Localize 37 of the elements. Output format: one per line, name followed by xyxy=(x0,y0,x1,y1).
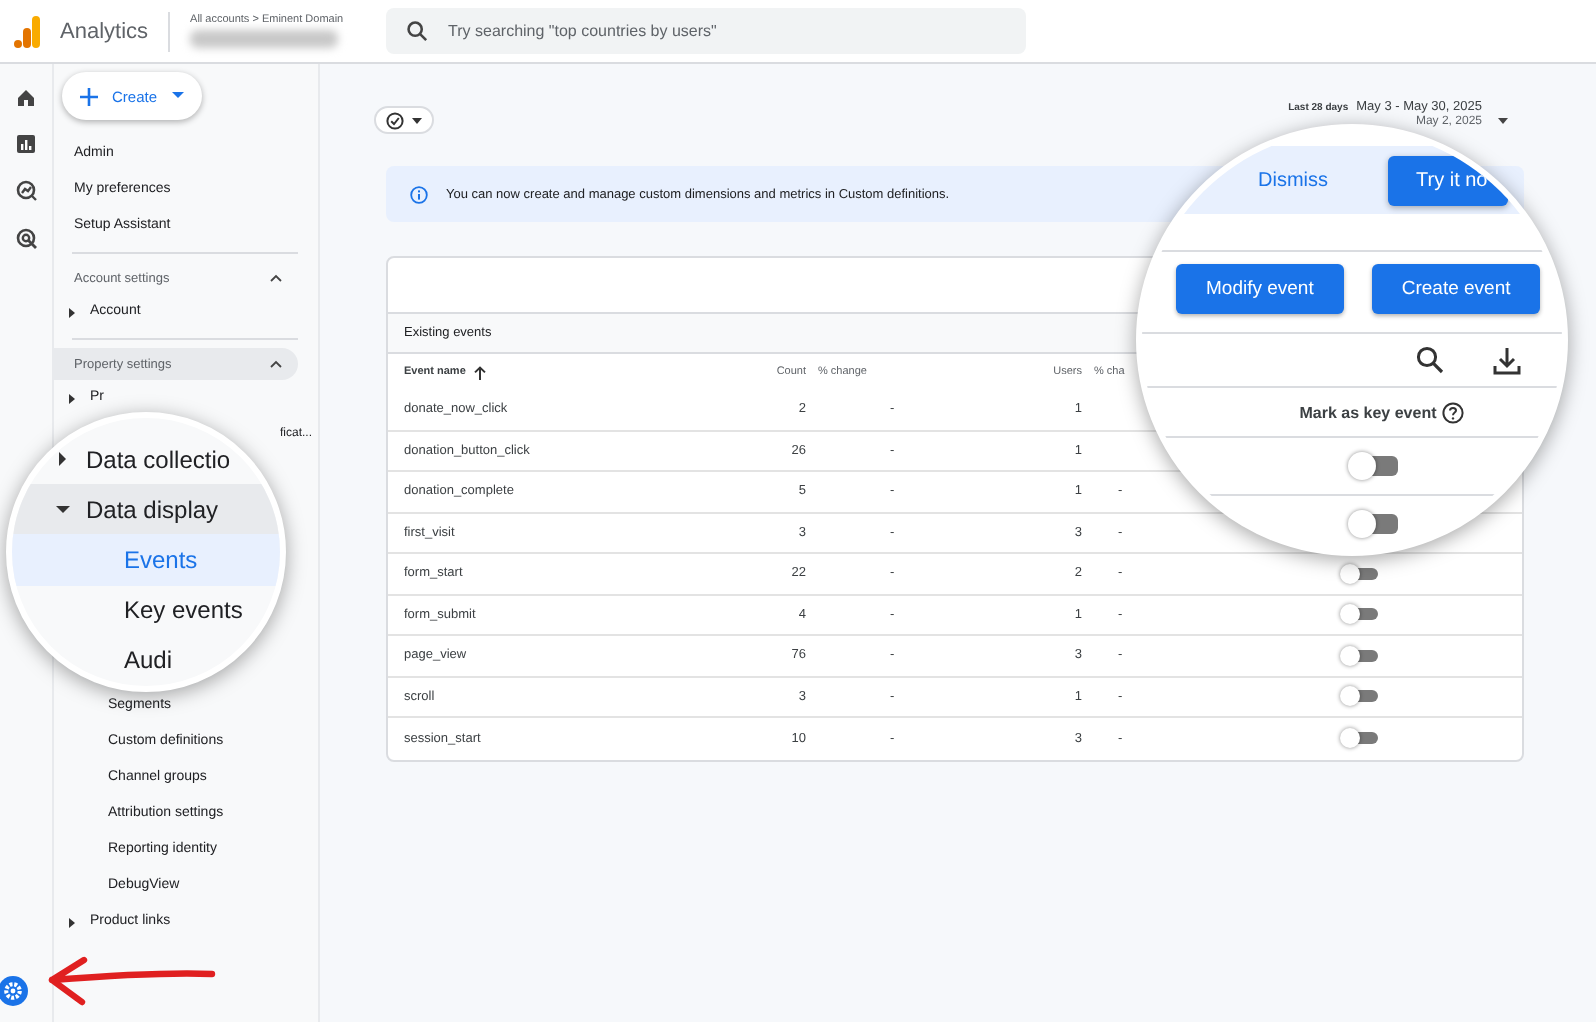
dismiss-link[interactable]: Dismiss xyxy=(1258,169,1328,191)
nav-item[interactable]: Audi xyxy=(12,635,280,686)
nav-group-item[interactable]: Data display xyxy=(12,484,280,535)
home-icon[interactable] xyxy=(16,88,36,108)
toggle-switch[interactable] xyxy=(1339,686,1377,707)
caret-icon xyxy=(171,92,184,100)
toggle-switch[interactable] xyxy=(1339,728,1377,749)
toggle-switch[interactable] xyxy=(1347,452,1397,480)
toggle-switch[interactable] xyxy=(1347,510,1397,538)
action-button[interactable]: Modify event xyxy=(1176,264,1344,314)
search-field[interactable]: Try searching "top countries by users" xyxy=(386,8,1027,54)
toggle-switch[interactable] xyxy=(1339,604,1377,625)
plus-icon xyxy=(80,87,98,105)
search-icon[interactable] xyxy=(1416,346,1444,374)
chevron-up-icon xyxy=(270,360,282,368)
nav-item[interactable]: Events xyxy=(12,534,280,586)
nav-item[interactable]: Key events xyxy=(12,585,280,636)
toggle-switch[interactable] xyxy=(1339,645,1377,666)
app-name: Analytics xyxy=(60,19,149,43)
info-icon xyxy=(410,185,428,203)
column-header: Mark as key event xyxy=(1299,403,1437,421)
filter-chip[interactable] xyxy=(374,106,434,134)
download-icon[interactable] xyxy=(1492,345,1522,375)
settings-icon[interactable] xyxy=(0,976,28,1006)
chevron-up-icon xyxy=(270,274,282,282)
bar-chart-icon[interactable] xyxy=(16,134,36,154)
caret-icon xyxy=(412,117,422,123)
trend-circle-icon[interactable] xyxy=(15,180,37,202)
toggle-switch[interactable] xyxy=(1339,563,1377,584)
target-icon[interactable] xyxy=(15,228,37,250)
help-icon[interactable] xyxy=(1442,401,1465,423)
circle-check-icon xyxy=(386,111,404,129)
bar-chart-logo-icon xyxy=(14,15,40,47)
nav-group-item[interactable]: Data collectio xyxy=(12,434,231,485)
search-icon xyxy=(406,20,429,42)
sort-up-arrow-icon[interactable] xyxy=(473,365,486,379)
action-button[interactable]: Create event xyxy=(1371,264,1541,314)
